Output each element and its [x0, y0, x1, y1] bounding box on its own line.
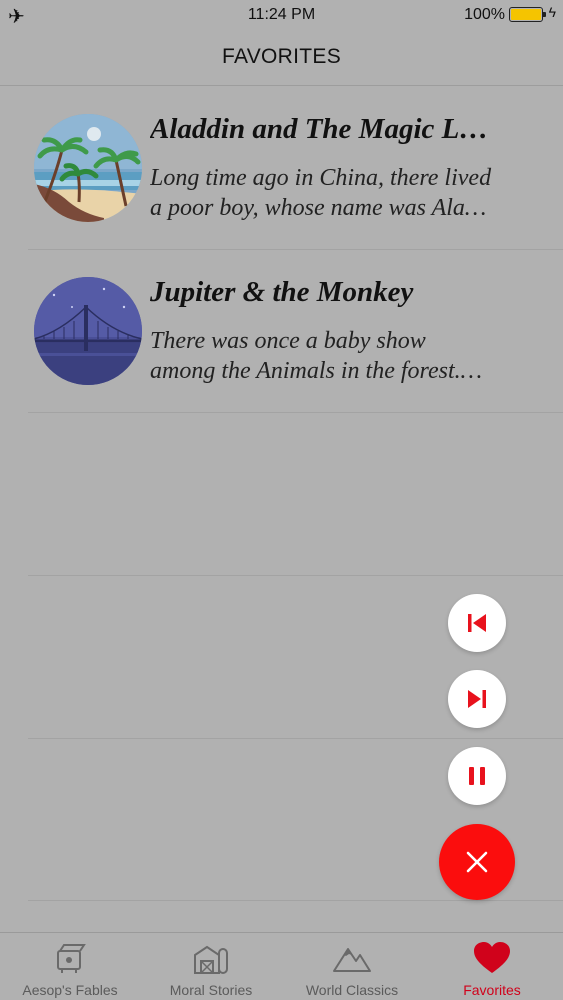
- story-description: Long time ago in China, there lived a po…: [150, 163, 542, 223]
- battery-percentage: 100%: [464, 6, 505, 23]
- close-player-button[interactable]: [439, 824, 515, 900]
- page-title: FAVORITES: [222, 45, 341, 68]
- tab-label: Aesop's Fables: [22, 982, 118, 998]
- story-thumbnail-night-bridge: [34, 277, 142, 385]
- story-description-line: a poor boy, whose name was Ala…: [150, 195, 487, 221]
- aesop-icon: [57, 944, 86, 973]
- charging-bolt-icon: ϟ: [548, 4, 556, 20]
- tab-favorites[interactable]: Favorites: [422, 933, 562, 1000]
- previous-track-button[interactable]: [448, 594, 506, 652]
- tab-label: World Classics: [305, 982, 399, 998]
- story-description-line: Long time ago in China, there lived: [150, 165, 492, 191]
- story-row-aladdin[interactable]: Aladdin and The Magic L… Long time ago i…: [0, 87, 563, 250]
- navigation-bar: FAVORITES: [0, 30, 563, 86]
- battery-icon: [509, 7, 546, 22]
- row-divider: [28, 412, 563, 413]
- next-track-button[interactable]: [448, 670, 506, 728]
- pause-button[interactable]: [448, 747, 506, 805]
- story-description: There was once a baby show among the Ani…: [150, 326, 542, 386]
- close-icon: [466, 851, 488, 873]
- tab-moral-stories[interactable]: Moral Stories: [141, 933, 281, 1000]
- tab-label: Moral Stories: [169, 982, 253, 998]
- row-divider: [28, 900, 563, 901]
- story-description-line: among the Animals in the forest.…: [150, 358, 482, 384]
- story-title: Aladdin and The Magic L…: [150, 113, 489, 145]
- tab-world-classics[interactable]: World Classics: [282, 933, 422, 1000]
- skip-previous-icon: [468, 614, 486, 632]
- story-row-jupiter[interactable]: Jupiter & the Monkey There was once a ba…: [0, 250, 563, 413]
- story-thumbnail-palm-beach: [34, 114, 142, 222]
- status-bar: ✈ 11:24 PM 100% ϟ: [0, 0, 563, 30]
- barn-icon: [194, 945, 228, 974]
- pause-icon: [469, 767, 485, 785]
- story-title: Jupiter & the Monkey: [150, 276, 414, 308]
- mountains-icon: [333, 948, 371, 972]
- tab-aesops-fables[interactable]: Aesop's Fables: [0, 933, 140, 1000]
- story-description-line: There was once a baby show: [150, 328, 426, 354]
- tab-label: Favorites: [463, 982, 521, 998]
- heart-icon: [474, 942, 510, 973]
- row-divider: [28, 575, 563, 576]
- tab-bar: Aesop's Fables Moral Stories World Class…: [0, 932, 563, 1000]
- row-divider: [28, 738, 563, 739]
- skip-next-icon: [468, 690, 486, 708]
